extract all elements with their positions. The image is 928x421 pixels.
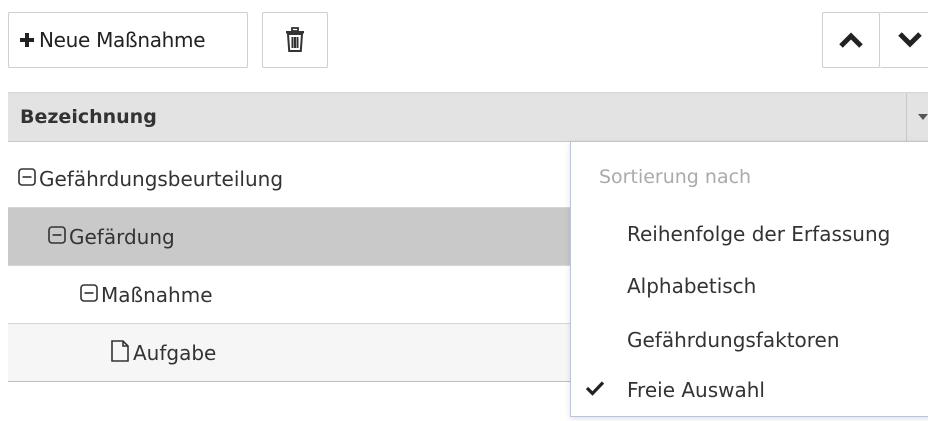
new-measure-label: Neue Maßnahme — [39, 28, 206, 52]
sort-menu-heading: Sortierung nach — [599, 166, 752, 188]
sort-option-label: Gefährdungsfaktoren — [627, 328, 840, 352]
column-header-label: Bezeichnung — [20, 106, 157, 128]
collapse-icon[interactable] — [18, 167, 36, 190]
tree-row-label: Gefährdungsbeurteilung — [39, 166, 284, 191]
collapse-icon[interactable] — [48, 225, 66, 248]
sort-option-alphabetisch[interactable]: Alphabetisch — [571, 266, 928, 306]
sort-option-label: Freie Auswahl — [627, 378, 765, 402]
tree-row-label: Aufgabe — [133, 340, 217, 365]
collapse-icon[interactable] — [80, 283, 98, 306]
chevron-up-icon — [838, 31, 864, 49]
new-measure-button[interactable]: Neue Maßnahme — [8, 12, 248, 68]
move-up-button[interactable] — [822, 12, 880, 68]
sort-option-gefaehrdungsfaktoren[interactable]: Gefährdungsfaktoren — [571, 320, 928, 360]
tree-row-label: Gefärdung — [69, 224, 175, 249]
delete-button[interactable] — [262, 12, 328, 68]
sort-option-label: Reihenfolge der Erfassung — [627, 222, 891, 246]
checkmark-icon — [583, 380, 607, 400]
document-icon — [110, 339, 130, 366]
sort-option-reihenfolge[interactable]: Reihenfolge der Erfassung — [571, 214, 928, 254]
column-menu-button[interactable] — [907, 93, 928, 141]
plus-icon — [19, 32, 35, 48]
tree-row-label: Maßnahme — [101, 282, 213, 307]
caret-down-icon — [917, 113, 928, 121]
chevron-down-icon — [897, 31, 923, 49]
sort-option-label: Alphabetisch — [627, 274, 757, 298]
trash-icon — [284, 27, 306, 53]
sort-option-freie-auswahl[interactable]: Freie Auswahl — [571, 370, 928, 410]
column-header: Bezeichnung — [8, 92, 928, 142]
sort-dropdown-menu: Sortierung nach Reihenfolge der Erfassun… — [570, 141, 928, 417]
move-down-button[interactable] — [880, 12, 928, 68]
